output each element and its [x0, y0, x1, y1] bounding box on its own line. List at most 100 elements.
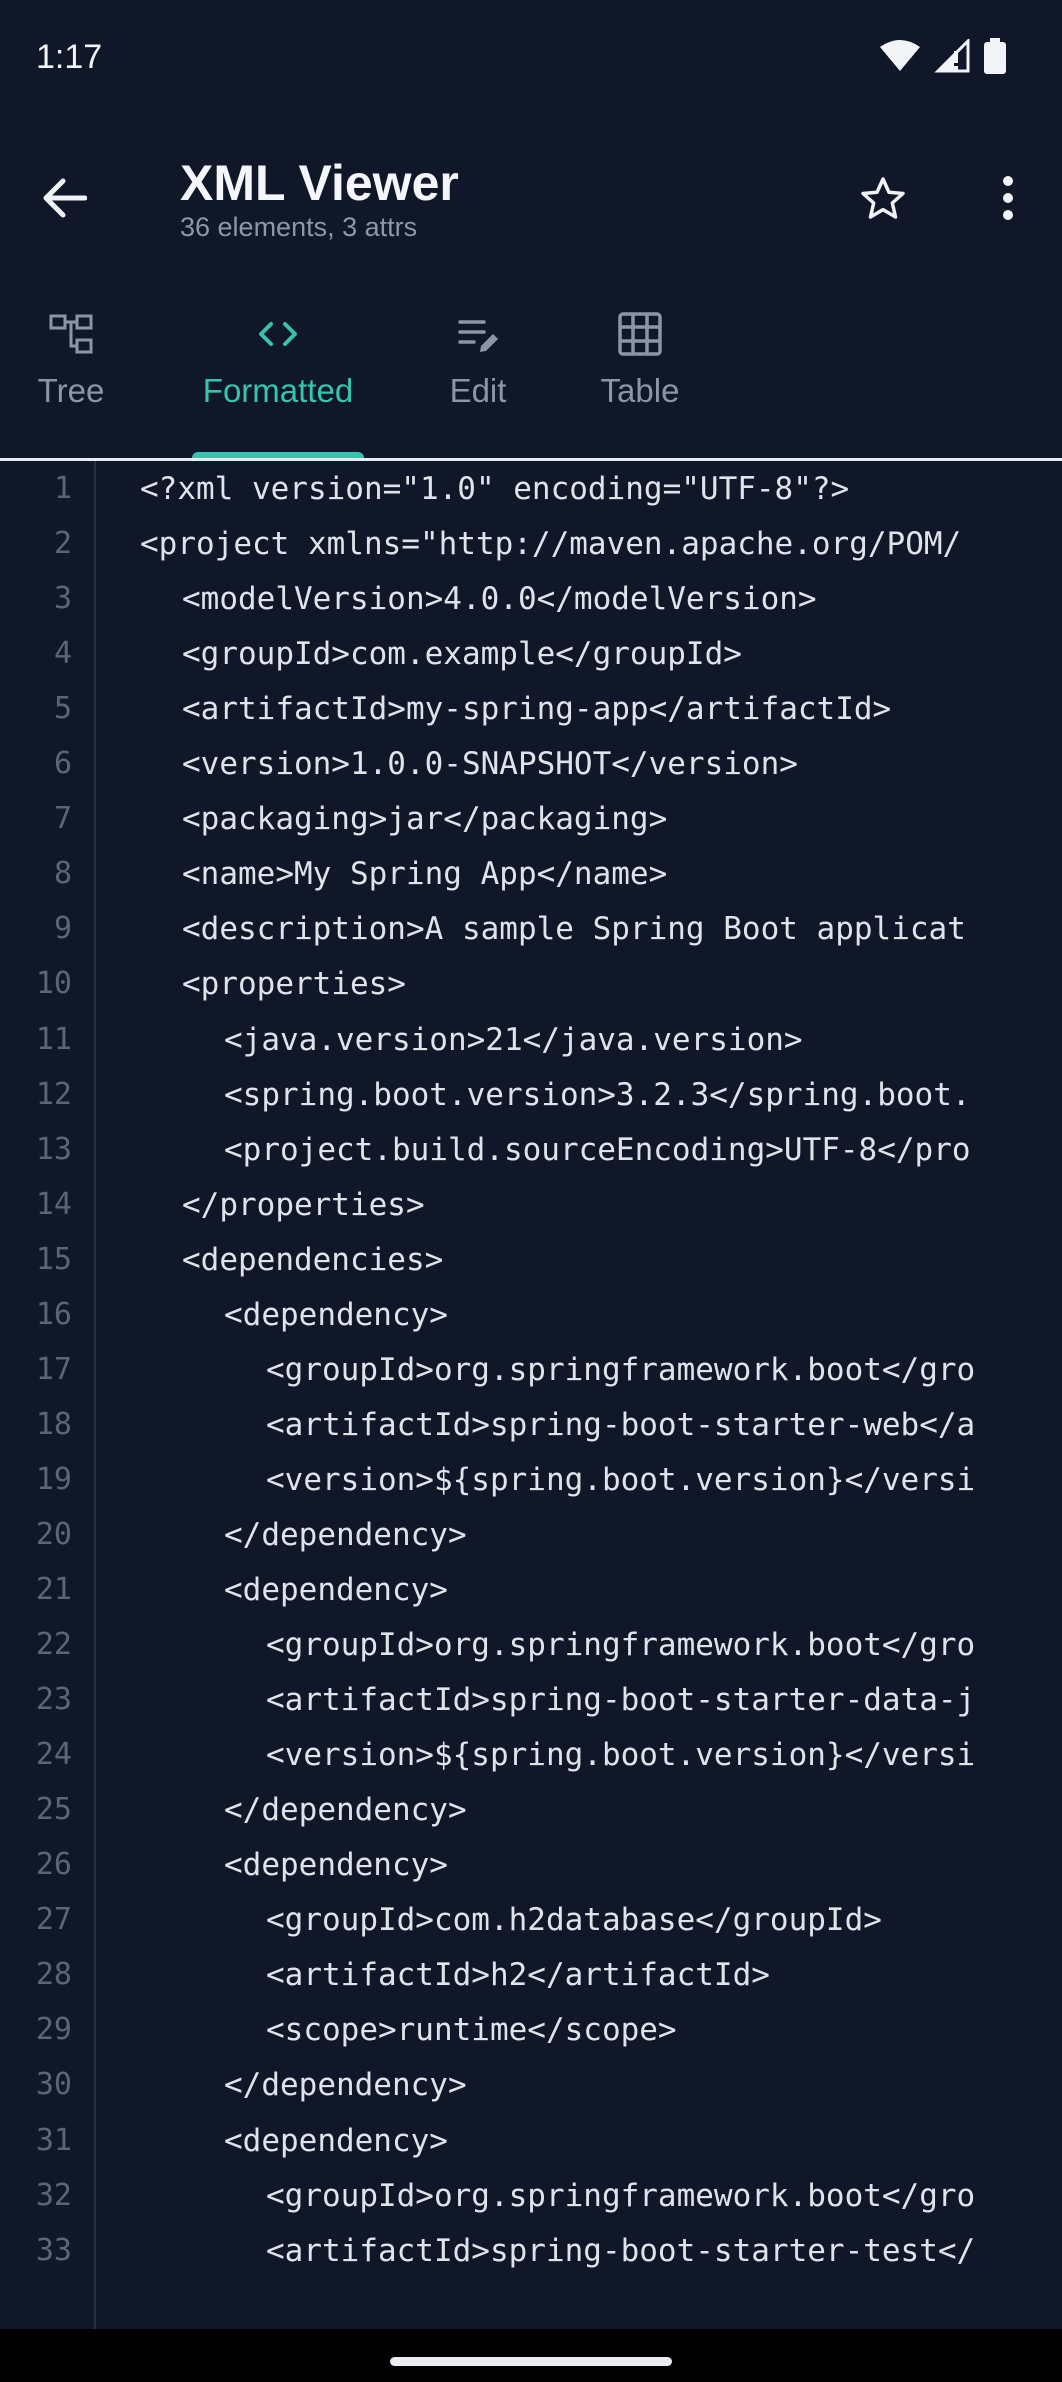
status-bar: 1:17: [0, 0, 1062, 120]
code-line: 29 <scope>runtime</scope>: [0, 2002, 1062, 2057]
line-code: <scope>runtime</scope>: [266, 2012, 677, 2049]
line-code: <java.version>21</java.version>: [224, 1021, 803, 1058]
line-code: </dependency>: [224, 2067, 467, 2104]
line-number: 30: [35, 2067, 72, 2103]
code-line: 23 <artifactId>spring-boot-starter-data-j: [0, 1672, 1062, 1727]
tab-label: Table: [600, 372, 680, 409]
line-code: <groupId>com.example</groupId>: [182, 636, 742, 673]
code-line: 6 <version>1.0.0-SNAPSHOT</version>: [0, 736, 1062, 791]
tab-tree[interactable]: Tree: [22, 290, 120, 460]
line-number: 22: [35, 1627, 72, 1663]
status-time: 1:17: [36, 38, 103, 76]
tree-icon: [49, 314, 93, 354]
page-subtitle: 36 elements, 3 attrs: [180, 212, 418, 242]
code-line: 13 <project.build.sourceEncoding>UTF-8</p…: [0, 1122, 1062, 1177]
line-number: 20: [35, 1516, 72, 1552]
battery-icon: [984, 38, 1006, 74]
status-icons: [880, 38, 1006, 74]
line-code: <description>A sample Spring Boot applic…: [182, 911, 966, 948]
code-line: 21 <dependency>: [0, 1562, 1062, 1617]
table-icon: [618, 312, 662, 356]
code-line: 8 <name>My Spring App</name>: [0, 846, 1062, 901]
code-viewer[interactable]: 1 <?xml version="1.0" encoding="UTF-8"?> 2…: [0, 461, 1062, 2329]
line-code: <?xml version="1.0" encoding="UTF-8"?>: [140, 471, 850, 507]
code-line: 26 <dependency>: [0, 1837, 1062, 1892]
line-code: <project xmlns="http://maven.apache.org/…: [140, 526, 962, 563]
line-number: 11: [35, 1021, 72, 1057]
line-code: <spring.boot.version>3.2.3</spring.boot.: [224, 1076, 971, 1113]
line-number: 26: [35, 1847, 72, 1883]
code-line: 25 </dependency>: [0, 1782, 1062, 1837]
line-code: <version>${spring.boot.version}</versi: [266, 1461, 976, 1498]
line-code: <version>${spring.boot.version}</versi: [266, 1737, 976, 1774]
edit-icon: [458, 320, 498, 352]
line-code: <properties>: [182, 966, 406, 1003]
code-line: 7 <packaging>jar</packaging>: [0, 791, 1062, 846]
line-number: 6: [53, 746, 72, 782]
code-line: 32 <groupId>org.springframework.boot</gro: [0, 2168, 1062, 2223]
line-number: 1: [53, 471, 72, 506]
code-line: 10 <properties>: [0, 956, 1062, 1011]
app-bar: XML Viewer 36 elements, 3 attrs: [0, 140, 1062, 260]
page-title: XML Viewer: [180, 155, 459, 211]
tab-label: Tree: [37, 372, 105, 409]
more-vert-icon: [1003, 176, 1013, 220]
line-number: 28: [35, 1957, 72, 1993]
line-number: 32: [35, 2177, 72, 2213]
line-number: 31: [35, 2122, 72, 2158]
tab-formatted[interactable]: Formatted: [188, 290, 368, 460]
line-code: <dependency>: [224, 1572, 448, 1608]
tab-bar: Tree Formatted Edit Table: [0, 290, 1062, 460]
code-line: 1 <?xml version="1.0" encoding="UTF-8"?>: [0, 461, 1062, 516]
line-number: 13: [35, 1131, 72, 1167]
tab-edit[interactable]: Edit: [436, 290, 520, 460]
back-button[interactable]: [36, 170, 92, 226]
line-number: 16: [35, 1296, 72, 1332]
line-number: 14: [35, 1186, 72, 1222]
code-line: 22 <groupId>org.springframework.boot</gro: [0, 1617, 1062, 1672]
line-number: 8: [53, 856, 72, 892]
line-number: 24: [35, 1737, 72, 1773]
line-code: <groupId>org.springframework.boot</gro: [266, 1627, 976, 1664]
line-code: <name>My Spring App</name>: [182, 856, 668, 893]
line-code: <dependency>: [224, 2122, 448, 2159]
code-line: 12 <spring.boot.version>3.2.3</spring.boo…: [0, 1067, 1062, 1122]
line-number: 3: [53, 581, 72, 617]
wifi-icon: [880, 40, 920, 71]
line-number: 23: [35, 1682, 72, 1718]
code-line: 18 <artifactId>spring-boot-starter-web</a: [0, 1397, 1062, 1452]
line-number: 9: [53, 911, 72, 947]
code-line: 14 </properties>: [0, 1177, 1062, 1232]
line-code: <artifactId>h2</artifactId>: [266, 1957, 770, 1994]
code-line: 24 <version>${spring.boot.version}</versi: [0, 1727, 1062, 1782]
line-number: 21: [35, 1572, 72, 1607]
code-line: 11 <java.version>21</java.version>: [0, 1012, 1062, 1067]
code-line: 3 <modelVersion>4.0.0</modelVersion>: [0, 571, 1062, 626]
signal-icon: [934, 39, 970, 73]
code-line: 2 <project xmlns="http://maven.apache.org…: [0, 516, 1062, 571]
line-number: 29: [35, 2012, 72, 2048]
line-number: 5: [53, 691, 72, 727]
tab-table[interactable]: Table: [588, 290, 692, 460]
code-line: 16 <dependency>: [0, 1287, 1062, 1342]
line-code: <groupId>org.springframework.boot</gro: [266, 2177, 976, 2214]
navigation-bar: [0, 2329, 1062, 2382]
code-line: 33 <artifactId>spring-boot-starter-test</: [0, 2223, 1062, 2278]
line-code: </dependency>: [224, 1792, 467, 1829]
favorite-button[interactable]: [855, 170, 911, 226]
line-number: 19: [35, 1461, 72, 1497]
code-line: 28 <artifactId>h2</artifactId>: [0, 1947, 1062, 2002]
line-code: <project.build.sourceEncoding>UTF-8</pro: [224, 1131, 971, 1168]
line-number: 15: [35, 1241, 72, 1277]
code-line: 30 </dependency>: [0, 2057, 1062, 2112]
line-number: 4: [53, 636, 72, 672]
code-icon: [259, 322, 297, 346]
more-options-button[interactable]: [980, 170, 1036, 226]
line-number: 10: [35, 966, 72, 1002]
tab-label: Formatted: [202, 372, 354, 409]
line-number: 17: [35, 1351, 72, 1387]
line-code: <groupId>com.h2database</groupId>: [266, 1902, 882, 1939]
code-line: 17 <groupId>org.springframework.boot</gro: [0, 1342, 1062, 1397]
home-gesture-handle[interactable]: [390, 2357, 672, 2366]
code-line: 19 <version>${spring.boot.version}</versi: [0, 1452, 1062, 1507]
